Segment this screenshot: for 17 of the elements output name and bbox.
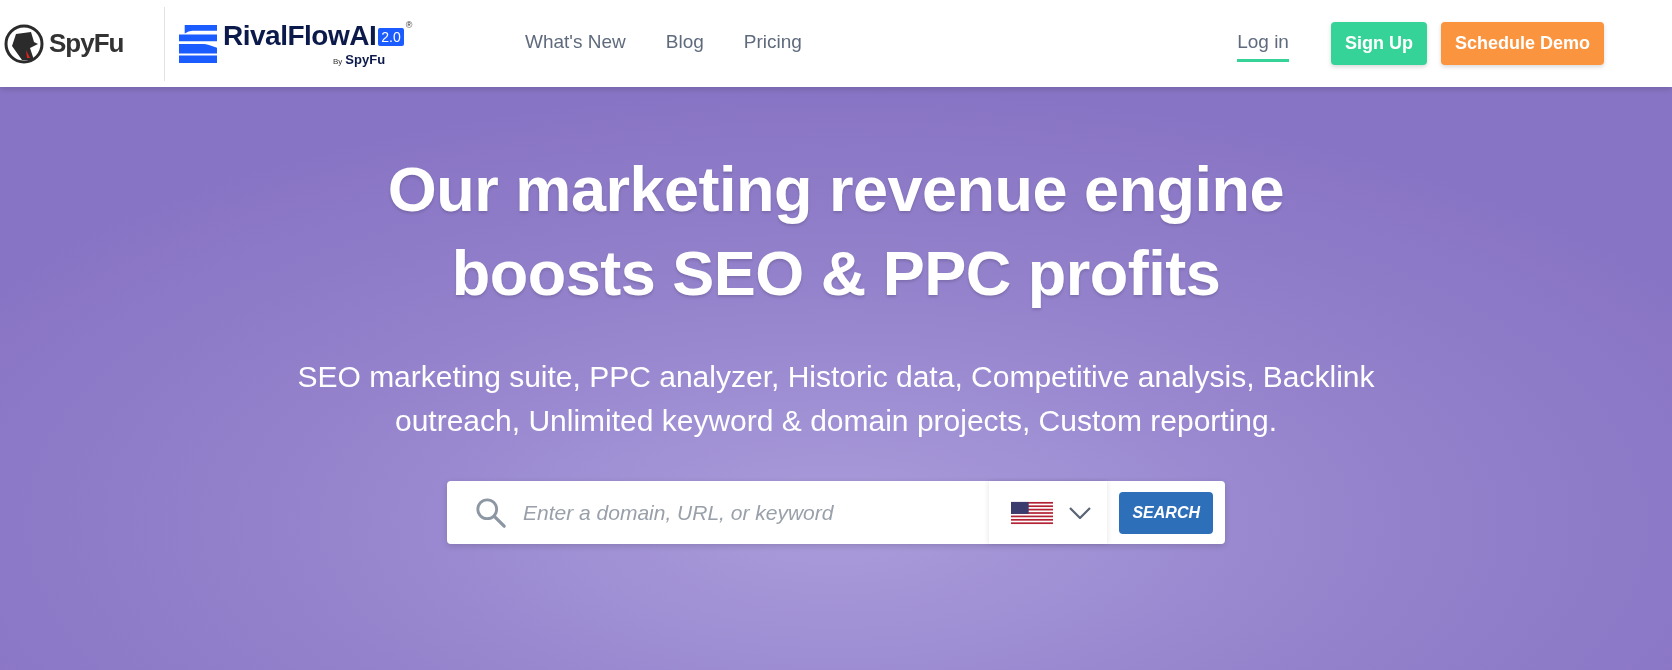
registered-mark: ® <box>405 20 413 30</box>
search-icon <box>475 496 507 529</box>
version-badge: 2.0 <box>378 28 404 46</box>
wave-logo-icon <box>179 23 217 64</box>
nav-link[interactable]: Pricing <box>743 25 802 62</box>
login-link[interactable]: Log in <box>1237 25 1289 62</box>
nav-link[interactable]: Blog <box>665 25 704 62</box>
subtitle: SEO marketing suite, PPC analyzer, Historic data, Competitive analysis, Backlink outreach, Unlimited keyword & domain projects, Custom reporting. <box>296 359 1376 439</box>
logo-text: SpyFu <box>49 28 124 59</box>
byline-brand: SpyFu <box>345 52 386 67</box>
byline-text: By <box>333 57 343 66</box>
headline: Our marketing revenue engine boosts SEO & PPC profits <box>386 153 1286 310</box>
product-logo-text: RivalFlowAI <box>223 20 377 52</box>
search-button[interactable]: SEARCH <box>1119 491 1213 534</box>
chevron-down-icon <box>1069 506 1092 519</box>
spy-logo-icon <box>4 23 44 64</box>
nav-link[interactable]: What's New <box>525 25 626 62</box>
